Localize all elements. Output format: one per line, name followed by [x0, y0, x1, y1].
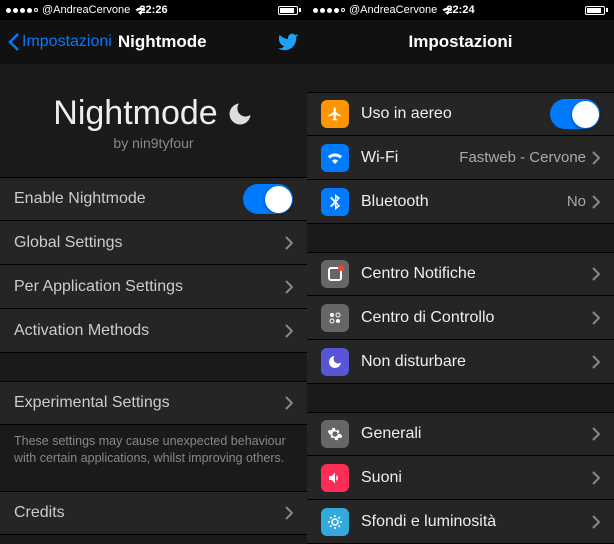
row-value: No	[567, 193, 586, 210]
page-title: Nightmode	[118, 32, 207, 52]
row-label: Non disturbare	[361, 353, 466, 371]
row-sounds[interactable]: Suoni	[307, 456, 614, 500]
hero-title: Nightmode	[53, 94, 217, 133]
clock: 22:26	[139, 4, 167, 16]
airplane-icon	[321, 100, 349, 128]
chevron-right-icon	[285, 236, 293, 250]
row-per-app-settings[interactable]: Per Application Settings	[0, 265, 307, 309]
row-activation-methods[interactable]: Activation Methods	[0, 309, 307, 353]
row-label: Credits	[14, 504, 65, 522]
chevron-right-icon	[592, 471, 600, 485]
phone-right-settings: @AndreaCervone 22:24 Impostazioni Uso in…	[307, 0, 614, 544]
back-label: Impostazioni	[22, 33, 112, 51]
row-wallpaper-brightness[interactable]: Sfondi e luminosità	[307, 500, 614, 544]
row-label: Uso in aereo	[361, 105, 452, 123]
row-label: Global Settings	[14, 234, 123, 252]
nav-bar: Impostazioni Nightmode	[0, 20, 307, 64]
row-wifi[interactable]: Wi-Fi Fastweb - Cervone	[307, 136, 614, 180]
row-label: Centro di Controllo	[361, 309, 494, 327]
chevron-right-icon	[592, 427, 600, 441]
carrier-label: @AndreaCervone	[349, 4, 437, 16]
hero-subtitle: by nin9tyfour	[0, 135, 307, 151]
moon-icon	[226, 100, 254, 128]
sounds-icon	[321, 464, 349, 492]
chevron-right-icon	[592, 267, 600, 281]
row-global-settings[interactable]: Global Settings	[0, 221, 307, 265]
chevron-right-icon	[285, 396, 293, 410]
chevron-right-icon	[285, 280, 293, 294]
battery-icon	[278, 6, 301, 15]
clock: 22:24	[446, 4, 474, 16]
row-label: Wi-Fi	[361, 149, 398, 167]
row-value: Fastweb - Cervone	[459, 149, 586, 166]
row-label: Experimental Settings	[14, 394, 170, 412]
page-title: Impostazioni	[409, 32, 513, 52]
notifications-icon	[321, 260, 349, 288]
chevron-right-icon	[285, 506, 293, 520]
row-label: Generali	[361, 425, 421, 443]
chevron-right-icon	[285, 324, 293, 338]
status-bar: @AndreaCervone 22:24	[307, 0, 614, 20]
chevron-right-icon	[592, 151, 600, 165]
row-do-not-disturb[interactable]: Non disturbare	[307, 340, 614, 384]
battery-icon	[585, 6, 608, 15]
row-bluetooth[interactable]: Bluetooth No	[307, 180, 614, 224]
chevron-right-icon	[592, 355, 600, 369]
chevron-right-icon	[592, 311, 600, 325]
row-enable-nightmode[interactable]: Enable Nightmode	[0, 177, 307, 221]
row-airplane-mode[interactable]: Uso in aereo	[307, 92, 614, 136]
hero-banner: Nightmode by nin9tyfour	[0, 64, 307, 177]
row-experimental-settings[interactable]: Experimental Settings	[0, 381, 307, 425]
signal-icon	[6, 8, 38, 13]
row-control-center[interactable]: Centro di Controllo	[307, 296, 614, 340]
row-label: Activation Methods	[14, 322, 149, 340]
phone-left-nightmode-settings: @AndreaCervone 22:26 Impostazioni Nightm…	[0, 0, 307, 544]
row-general[interactable]: Generali	[307, 412, 614, 456]
wallpaper-icon	[321, 508, 349, 536]
row-label: Centro Notifiche	[361, 265, 476, 283]
section-footer: These settings may cause unexpected beha…	[0, 425, 307, 475]
row-label: Per Application Settings	[14, 278, 183, 296]
row-notification-center[interactable]: Centro Notifiche	[307, 252, 614, 296]
row-credits[interactable]: Credits	[0, 491, 307, 535]
row-label: Suoni	[361, 469, 402, 487]
back-button[interactable]: Impostazioni	[8, 32, 112, 52]
control-center-icon	[321, 304, 349, 332]
nav-bar: Impostazioni	[307, 20, 614, 64]
row-label: Bluetooth	[361, 193, 429, 211]
wifi-settings-icon	[321, 144, 349, 172]
row-label: Sfondi e luminosità	[361, 513, 496, 531]
chevron-right-icon	[592, 515, 600, 529]
bluetooth-icon	[321, 188, 349, 216]
chevron-right-icon	[592, 195, 600, 209]
status-bar: @AndreaCervone 22:26	[0, 0, 307, 20]
signal-icon	[313, 8, 345, 13]
twitter-icon[interactable]	[277, 31, 299, 53]
row-label: Enable Nightmode	[14, 190, 146, 208]
toggle-airplane[interactable]	[550, 99, 600, 129]
chevron-left-icon	[8, 32, 20, 52]
toggle-enable-nightmode[interactable]	[243, 184, 293, 214]
dnd-icon	[321, 348, 349, 376]
carrier-label: @AndreaCervone	[42, 4, 130, 16]
gear-icon	[321, 420, 349, 448]
